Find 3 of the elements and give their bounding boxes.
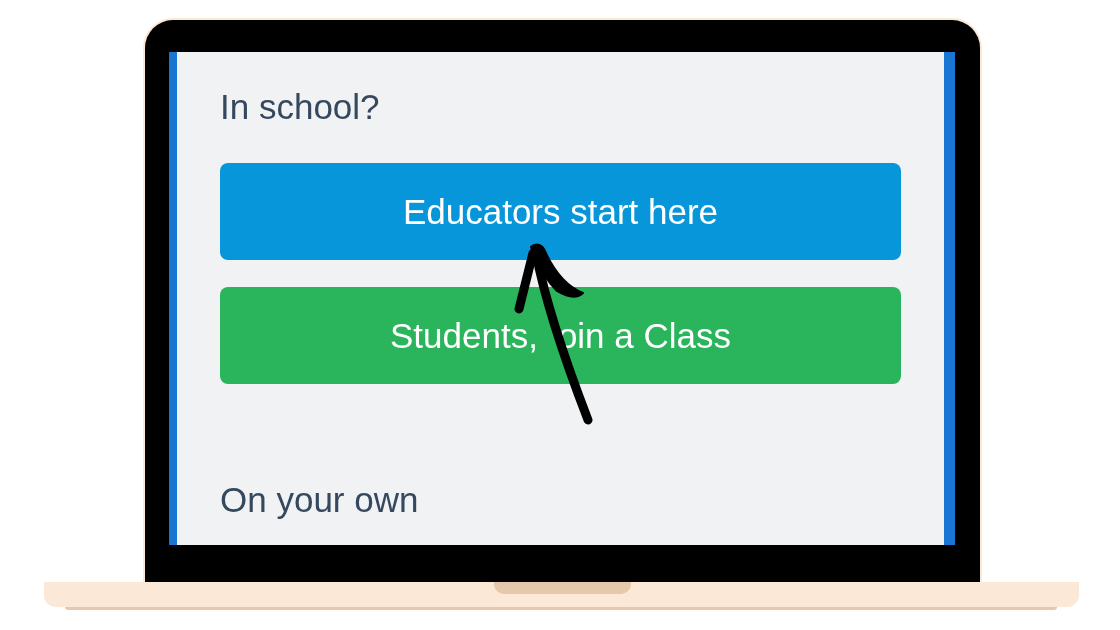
educators-button[interactable]: Educators start here — [220, 163, 901, 260]
section-heading: On your own — [220, 480, 419, 520]
section-heading: In school? — [220, 87, 380, 127]
